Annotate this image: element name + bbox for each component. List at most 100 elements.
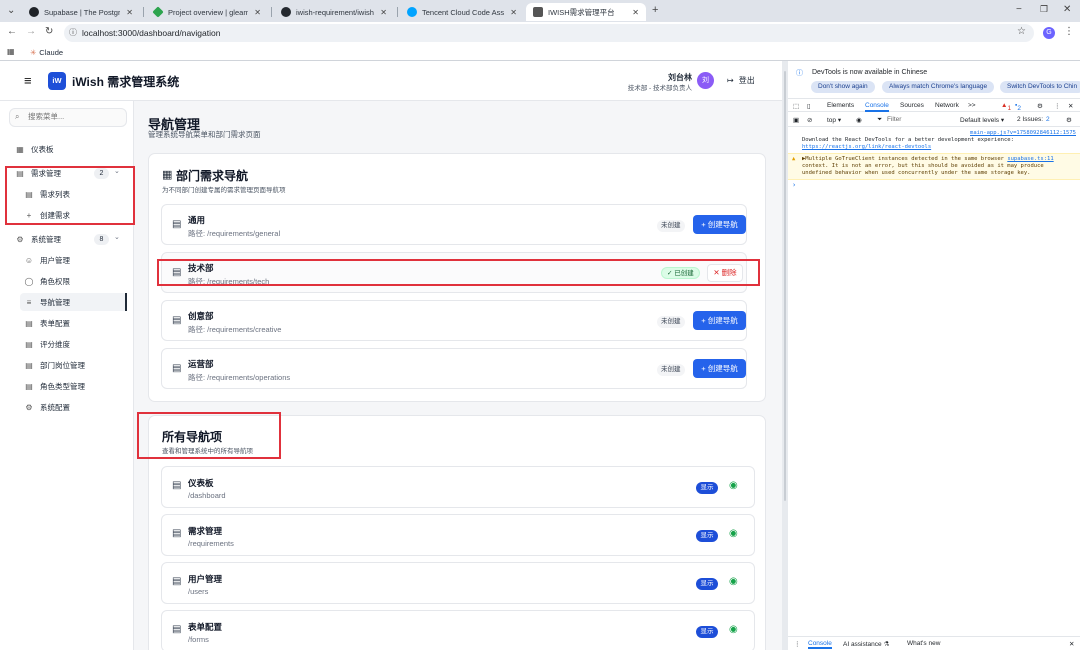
sidebar-item-role-types[interactable]: ▤ 角色类型管理 xyxy=(20,377,127,395)
new-tab-icon[interactable]: + xyxy=(652,4,658,16)
browser-tab-github[interactable]: iwish-requirement/iwish-req ✕ xyxy=(274,3,394,21)
drawer-close-icon[interactable]: ✕ xyxy=(1069,640,1074,648)
chevron-down-icon[interactable]: ⌄ xyxy=(114,167,120,175)
sidebar-item-label: 评分维度 xyxy=(40,339,70,349)
create-nav-button[interactable]: + 创建导航 xyxy=(693,359,746,378)
dont-show-again-button[interactable]: Don't show again xyxy=(811,81,875,93)
more-tabs-icon[interactable]: >> xyxy=(968,102,976,109)
hamburger-menu-icon[interactable]: ≡ xyxy=(24,73,32,88)
issues-label[interactable]: 2 Issues: xyxy=(1017,116,1043,123)
eye-icon[interactable]: ◉ xyxy=(729,576,738,587)
user-avatar[interactable]: 刘 xyxy=(697,72,714,89)
levels-dropdown[interactable]: Default levels ▾ xyxy=(960,116,1004,124)
match-language-button[interactable]: Always match Chrome's language xyxy=(882,81,995,93)
profile-avatar[interactable]: G xyxy=(1043,27,1055,39)
sidebar-item-requirements[interactable]: ▤ 需求管理 2 ⌄ xyxy=(9,164,127,182)
sidebar-item-forms[interactable]: ▤ 表单配置 xyxy=(20,314,127,332)
tab-search-chevron-icon[interactable]: ⌄ xyxy=(7,5,15,16)
sidebar: ⌕ ▦ 仪表板 ▤ 需求管理 2 ⌄ ▤ 需求列表 + 创建需求 ⚙ 系统管理 … xyxy=(0,101,135,650)
browser-tab-project-overview[interactable]: Project overview | gleaming ✕ xyxy=(146,3,268,21)
browser-tab-iwish[interactable]: IWISH需求管理平台 ✕ xyxy=(526,3,646,21)
sidebar-item-label: 角色类型管理 xyxy=(40,381,85,391)
file-icon: ▤ xyxy=(25,381,33,391)
sidebar-item-system[interactable]: ⚙ 系统管理 8 ⌄ xyxy=(9,230,127,248)
drawer-tab-ai-assistance[interactable]: AI assistance ⚗ xyxy=(843,640,889,648)
error-count-icon[interactable]: ▲ 1 xyxy=(1001,102,1011,112)
create-nav-button[interactable]: + 创建导航 xyxy=(693,215,746,234)
sidebar-toggle-icon[interactable]: ▣ xyxy=(793,116,799,124)
url-text: localhost:3000/dashboard/navigation xyxy=(82,28,221,38)
settings-gear-icon[interactable]: ⚙ xyxy=(1037,102,1043,110)
tab-network[interactable]: Network xyxy=(935,102,959,109)
bookmark-star-icon[interactable]: ☆ xyxy=(1017,26,1026,37)
sidebar-item-system-config[interactable]: ⚙ 系统配置 xyxy=(20,398,127,416)
sidebar-item-navigation[interactable]: ≡ 导航管理 xyxy=(20,293,127,311)
sidebar-item-users[interactable]: ☺ 用户管理 xyxy=(20,251,127,269)
url-omnibox[interactable]: ⓘ localhost:3000/dashboard/navigation ☆ xyxy=(64,24,1034,42)
logout-label: 登出 xyxy=(738,76,755,85)
search-input[interactable] xyxy=(28,112,123,121)
device-toolbar-icon[interactable]: ▯ xyxy=(807,102,811,110)
context-selector[interactable]: top ▾ xyxy=(827,116,841,124)
sidebar-item-requirement-list[interactable]: ▤ 需求列表 xyxy=(20,185,127,203)
eye-icon[interactable]: ◉ xyxy=(729,528,738,539)
inspect-icon[interactable]: ⬚ xyxy=(793,102,799,110)
message-count-icon[interactable]: ▪ 2 xyxy=(1015,102,1021,112)
drawer-tab-whats-new[interactable]: What's new xyxy=(907,640,940,647)
logout-button[interactable]: ↦ 登出 xyxy=(727,75,755,86)
restore-icon[interactable]: ❐ xyxy=(1040,4,1048,15)
tab-close-icon[interactable]: ✕ xyxy=(632,8,639,17)
sidebar-item-create-requirement[interactable]: + 创建需求 xyxy=(20,206,127,224)
clear-console-icon[interactable]: ⊘ xyxy=(807,116,812,124)
apps-grid-icon[interactable]: ▦ xyxy=(7,47,15,56)
forward-icon[interactable]: → xyxy=(26,26,36,37)
building-icon: ▤ xyxy=(172,219,182,230)
count-badge: 8 xyxy=(94,234,109,245)
devtools-menu-icon[interactable]: ⋮ xyxy=(1054,102,1061,110)
eye-icon[interactable]: ◉ xyxy=(729,624,738,635)
site-info-icon[interactable]: ⓘ xyxy=(69,27,77,38)
sidebar-item-dashboard[interactable]: ▦ 仪表板 xyxy=(9,140,127,158)
filter-input[interactable]: Filter xyxy=(887,116,901,123)
devtools-close-icon[interactable]: ✕ xyxy=(1068,102,1073,110)
window-close-icon[interactable]: ✕ xyxy=(1063,4,1071,15)
log-source-link[interactable]: main-app.js?v=1758092846112:1575 xyxy=(802,130,1076,137)
console-toolbar: ▣ ⊘ top ▾ ◉ ⏷ Filter Default levels ▾ 2 … xyxy=(788,113,1080,127)
log-link[interactable]: https://reactjs.org/link/react-devtools xyxy=(802,144,931,150)
tab-close-icon[interactable]: ✕ xyxy=(380,8,387,17)
log-source-link[interactable]: supabase.ts:11 xyxy=(1007,156,1053,162)
tab-sources[interactable]: Sources xyxy=(900,102,924,109)
tab-console[interactable]: Console xyxy=(865,102,889,112)
browser-tab-tencent[interactable]: Tencent Cloud Code Assistan ✕ xyxy=(400,3,524,21)
tab-elements[interactable]: Elements xyxy=(827,102,854,109)
sidebar-item-roles[interactable]: ◯ 角色权限 xyxy=(20,272,127,290)
console-prompt-icon[interactable]: › xyxy=(788,180,1080,191)
dept-name: 技术部 xyxy=(188,263,214,273)
tab-close-icon[interactable]: ✕ xyxy=(254,8,261,17)
create-nav-button[interactable]: + 创建导航 xyxy=(693,311,746,330)
drawer-menu-icon[interactable]: ⋮ xyxy=(794,640,801,648)
live-expression-eye-icon[interactable]: ◉ xyxy=(856,116,862,124)
reload-icon[interactable]: ↻ xyxy=(45,26,53,37)
chevron-down-icon[interactable]: ⌄ xyxy=(114,233,120,241)
drawer-tab-console[interactable]: Console xyxy=(808,640,832,649)
status-badge: 未创建 xyxy=(657,364,685,376)
sidebar-item-departments[interactable]: ▤ 部门岗位管理 xyxy=(20,356,127,374)
tab-close-icon[interactable]: ✕ xyxy=(510,8,517,17)
app-title: iWish 需求管理系统 xyxy=(72,75,180,89)
minimize-icon[interactable]: − xyxy=(1016,4,1022,15)
infobar-text: DevTools is now available in Chinese xyxy=(812,69,928,76)
switch-language-button[interactable]: Switch DevTools to Chin xyxy=(1000,81,1080,93)
visible-badge: 显示 xyxy=(696,626,718,638)
sidebar-search[interactable]: ⌕ xyxy=(9,108,127,127)
tab-close-icon[interactable]: ✕ xyxy=(126,8,133,17)
back-icon[interactable]: ← xyxy=(7,26,17,37)
delete-nav-button[interactable]: ✕ 删除 xyxy=(707,264,743,282)
browser-tab-supabase[interactable]: Supabase | The Postgres Dev ✕ xyxy=(22,3,140,21)
eye-icon[interactable]: ◉ xyxy=(729,480,738,491)
issues-count[interactable]: 2 xyxy=(1046,116,1050,123)
bookmark-claude[interactable]: ✳ Claude xyxy=(30,48,63,57)
sidebar-item-scoring[interactable]: ▤ 评分维度 xyxy=(20,335,127,353)
console-settings-gear-icon[interactable]: ⚙ xyxy=(1066,116,1072,124)
browser-menu-icon[interactable]: ⋮ xyxy=(1064,26,1074,37)
